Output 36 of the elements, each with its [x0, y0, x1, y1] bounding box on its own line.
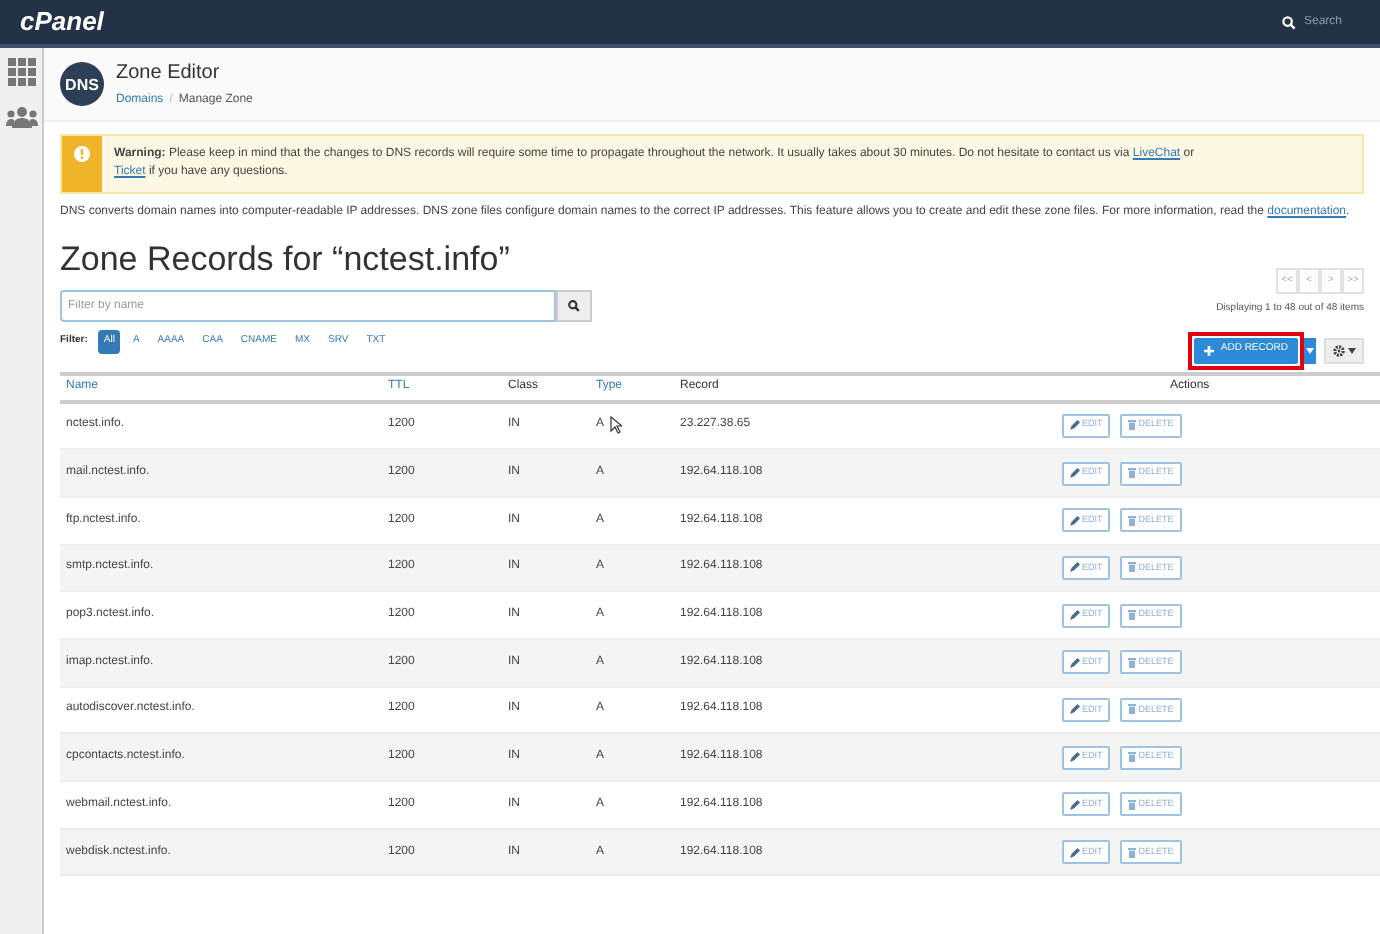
zone-records-title: Zone Records for “nctest.info”	[60, 240, 512, 280]
search-icon	[568, 300, 580, 312]
trash-icon	[1128, 562, 1137, 573]
pencil-icon	[1070, 610, 1080, 621]
pencil-icon	[1070, 515, 1080, 526]
trash-icon	[1128, 657, 1137, 668]
pencil-icon	[1070, 468, 1080, 479]
pencil-icon	[1070, 420, 1080, 431]
page-title: Zone Editor	[116, 60, 222, 88]
pencil-icon	[1070, 847, 1080, 858]
trash-icon	[1128, 610, 1137, 621]
trash-icon	[1128, 468, 1137, 479]
caret-icon	[1305, 347, 1313, 353]
trash-icon	[1128, 704, 1137, 715]
pencil-icon	[1070, 657, 1080, 668]
pencil-icon	[1070, 562, 1080, 573]
warning-icon	[74, 146, 90, 162]
trash-icon	[1128, 515, 1137, 526]
plus-icon	[1204, 345, 1215, 355]
pencil-icon	[1070, 752, 1080, 763]
trash-icon	[1128, 420, 1137, 431]
pencil-icon	[1070, 704, 1080, 715]
settings-icon	[1332, 343, 1346, 357]
search-button[interactable]	[556, 290, 592, 322]
trash-icon	[1128, 752, 1137, 763]
trash-icon	[1128, 799, 1137, 810]
trash-icon	[1128, 847, 1137, 858]
cpanel-logo[interactable]: cPanel	[20, 2, 104, 42]
settings-button[interactable]	[1324, 337, 1364, 363]
caret-icon	[1348, 347, 1356, 353]
cursor-icon	[610, 416, 623, 435]
search-icon[interactable]	[1282, 15, 1296, 29]
users-icon[interactable]	[5, 106, 37, 128]
grid-icon[interactable]	[7, 58, 35, 86]
pencil-icon	[1070, 799, 1080, 810]
dns-icon: DNS	[60, 62, 104, 106]
